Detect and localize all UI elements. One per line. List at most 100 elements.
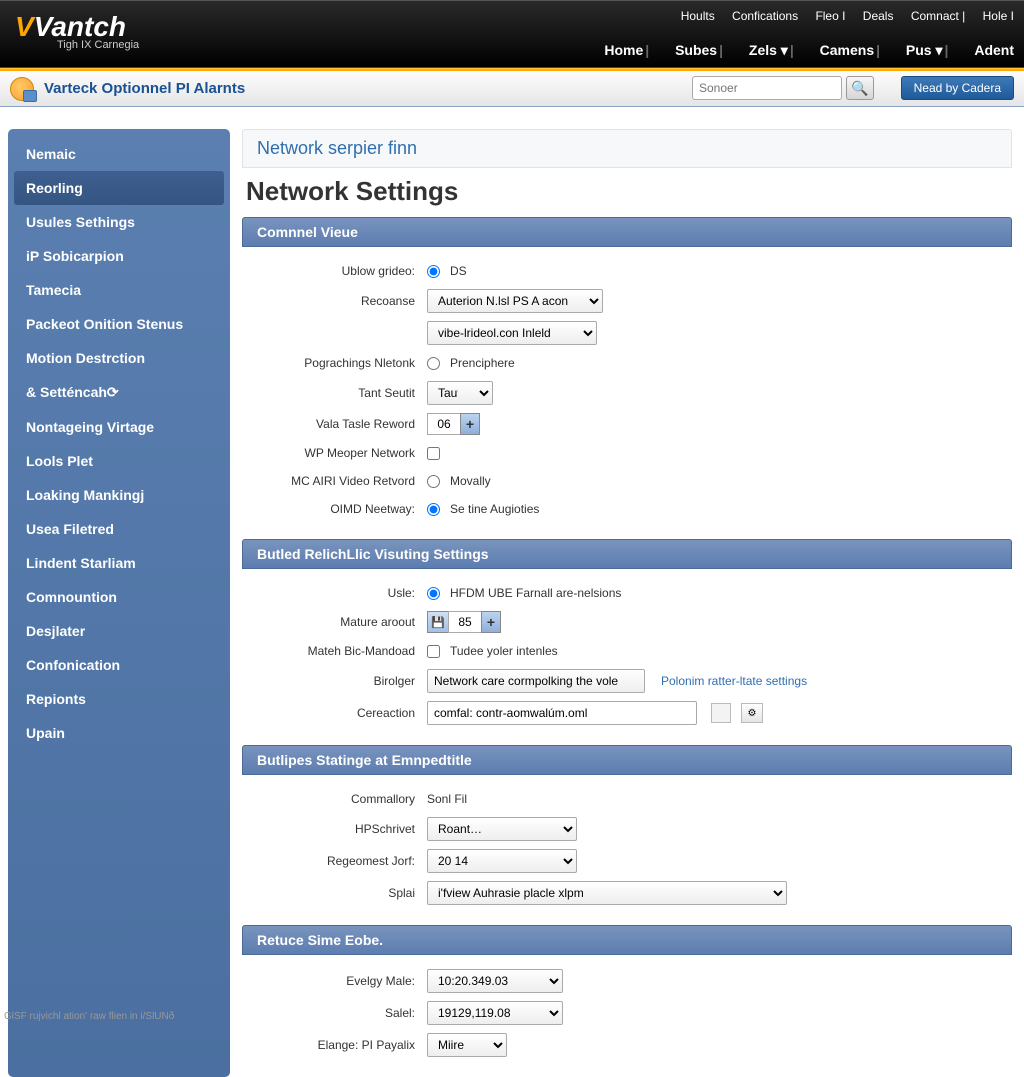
select-vibe[interactable]: vibe-lrideol.con Inleld (427, 321, 597, 345)
search-box: 🔍 (692, 76, 874, 100)
main-nav: Home| Subes| Zels ▾| Camens| Pus ▾| Aden… (584, 42, 1014, 59)
gear-icon[interactable]: ⚙ (741, 703, 763, 723)
top-link[interactable]: Comnact | (911, 9, 965, 23)
search-input[interactable] (692, 76, 842, 100)
section-retuce: Retuce Sime Eobe. Evelgy Male:10:20.349.… (242, 925, 1012, 1071)
section-butled: Butled RelichLlic Visuting Settings Usle… (242, 539, 1012, 739)
label-recoanse: Recoanse (242, 294, 427, 308)
radio-setine[interactable] (427, 503, 440, 516)
link-polonim[interactable]: Polonim ratter-ltate settings (661, 674, 807, 688)
sidebar-item-desjlater[interactable]: Desjlater (14, 614, 224, 648)
cta-button[interactable]: Nead by Cadera (901, 76, 1014, 100)
select-recoanse[interactable]: Auterion N.lsl PS A acon.. (427, 289, 603, 313)
top-header: VVantch Tigh IX Carnegia Hoults Conficat… (0, 0, 1024, 68)
logo-subtitle: Tigh IX Carnegia (57, 39, 139, 51)
label-splai: Splai (242, 886, 427, 900)
sub-header: Varteck Optionnel PI Alarnts 🔍 Nead by C… (0, 71, 1024, 107)
label-salel: Salel: (242, 1006, 427, 1020)
top-link[interactable]: Deals (863, 9, 894, 23)
page-icon (10, 77, 34, 101)
sidebar-item-loaking[interactable]: Loaking Mankingj (14, 478, 224, 512)
spinner-plus[interactable]: + (460, 413, 480, 435)
input-cereaction[interactable] (427, 701, 697, 725)
spinner-mature-input[interactable] (448, 611, 482, 633)
sidebar-item-repionts[interactable]: Repionts (14, 682, 224, 716)
sidebar-item-lools[interactable]: Lools Plet (14, 444, 224, 478)
disk-icon: 💾 (427, 611, 449, 633)
label-vala: Vala Tasle Reword (242, 417, 427, 431)
sidebar-item-motion[interactable]: Motion Destrction (14, 341, 224, 375)
search-button[interactable]: 🔍 (846, 76, 874, 100)
radio-label: HFDM UBE Farnall are-nelsions (450, 586, 621, 600)
nav-subes[interactable]: Subes (675, 42, 717, 58)
spinner-vala-input[interactable] (427, 413, 461, 435)
label-tant: Tant Seutit (242, 386, 427, 400)
logo: VVantch Tigh IX Carnegia (15, 11, 139, 51)
sidebar-item-nontageing[interactable]: Nontageing Virtage (14, 410, 224, 444)
sidebar-item-setencah[interactable]: & Setténcah⟳ (14, 375, 224, 410)
label-mateh: Mateh Bic-Mandoad (242, 644, 427, 658)
label-regeomest: Regeomest Jorf: (242, 854, 427, 868)
label-mc: MC AIRI Video Retvord (242, 474, 427, 488)
top-link[interactable]: Hoults (681, 9, 715, 23)
radio-prenciphere[interactable] (427, 357, 440, 370)
nav-pus[interactable]: Pus ▾ (906, 42, 943, 58)
value-commallory: Sonl Fil (427, 792, 467, 806)
radio-label: Prenciphere (450, 356, 515, 370)
select-roant[interactable]: Roant… (427, 817, 577, 841)
checkbox-tudee[interactable] (427, 645, 440, 658)
check-label: Tudee yoler intenles (450, 644, 558, 658)
select-miire[interactable]: Miire (427, 1033, 507, 1057)
sidebar-item-tamecia[interactable]: Tamecia (14, 273, 224, 307)
breadcrumb: Network serpier finn (242, 129, 1012, 168)
sidebar-item-nemaic[interactable]: Nemaic (14, 137, 224, 171)
top-link[interactable]: Fleo I (815, 9, 845, 23)
sidebar-item-upain[interactable]: Upain (14, 716, 224, 750)
sidebar-item-confonication[interactable]: Confonication (14, 648, 224, 682)
radio-label: DS (450, 264, 467, 278)
sidebar-item-usea[interactable]: Usea Filetred (14, 512, 224, 546)
label-evelgy: Evelgy Male: (242, 974, 427, 988)
select-regeomest[interactable]: 20 14 (427, 849, 577, 873)
sidebar-item-usules[interactable]: Usules Sethings (14, 205, 224, 239)
section-header: Butled RelichLlic Visuting Settings (242, 539, 1012, 569)
aux-box[interactable] (711, 703, 731, 723)
sidebar-item-ip[interactable]: iP Sobicarpion (14, 239, 224, 273)
label-oimd: OIMD Neetway: (242, 502, 427, 516)
radio-hfdm[interactable] (427, 587, 440, 600)
top-link[interactable]: Hole I (983, 9, 1014, 23)
top-link[interactable]: Confications (732, 9, 798, 23)
checkbox-wp[interactable] (427, 447, 440, 460)
nav-zels[interactable]: Zels ▾ (749, 42, 788, 58)
label-mature: Mature aroout (242, 615, 427, 629)
section-header: Retuce Sime Eobe. (242, 925, 1012, 955)
spinner-plus[interactable]: + (481, 611, 501, 633)
sidebar-item-reorling[interactable]: Reorling (14, 171, 224, 205)
main-content: Network serpier finn Network Settings Co… (242, 129, 1012, 1077)
sidebar-item-packeot[interactable]: Packeot Onition Stenus (14, 307, 224, 341)
select-splai[interactable]: i'fview Auhrasie placle xlpm (427, 881, 787, 905)
page-subtitle: Varteck Optionnel PI Alarnts (44, 80, 245, 97)
select-salel[interactable]: 19129,119.08 (427, 1001, 563, 1025)
radio-label: Movally (450, 474, 491, 488)
top-links: Hoults Confications Fleo I Deals Comnact… (667, 9, 1014, 23)
nav-adent[interactable]: Adent (974, 42, 1014, 58)
label-cereaction: Cereaction (242, 706, 427, 720)
nav-camens[interactable]: Camens (820, 42, 874, 58)
sidebar-item-comnountion[interactable]: Comnountion (14, 580, 224, 614)
radio-ds[interactable] (427, 265, 440, 278)
label-commallory: Commallory (242, 792, 427, 806)
select-tant[interactable]: Taut (427, 381, 493, 405)
radio-label: Se tine Augioties (450, 502, 539, 516)
sidebar: Nemaic Reorling Usules Sethings iP Sobic… (8, 129, 230, 1077)
label-ublow: Ublow grideo: (242, 264, 427, 278)
sidebar-item-lindent[interactable]: Lindent Starliam (14, 546, 224, 580)
radio-movally[interactable] (427, 475, 440, 488)
select-evelgy[interactable]: 10:20.349.03 (427, 969, 563, 993)
label-pograchings: Pograchings Nletonk (242, 356, 427, 370)
section-header: Comnnel Vieue (242, 217, 1012, 247)
input-birolger[interactable] (427, 669, 645, 693)
label-wp: WP Meoper Network (242, 446, 427, 460)
nav-home[interactable]: Home (604, 42, 643, 58)
section-comnnel: Comnnel Vieue Ublow grideo: DS RecoanseAu… (242, 217, 1012, 533)
